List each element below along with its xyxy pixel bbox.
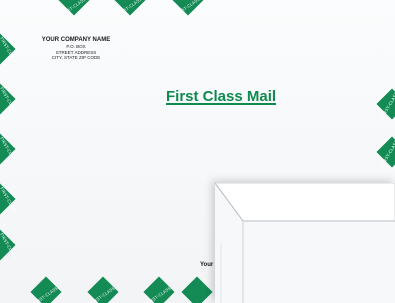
return-address: YOUR COMPANY NAME P.O. BOX STREET ADDRES… [37,37,115,61]
diamond-label: FIRST-CLASS [0,86,18,114]
diamond-label: FIRST-CLASS [0,136,18,164]
diamond-label: FIRST-CLASS [0,186,18,214]
back-envelope [215,183,395,303]
city-state-zip-line: CITY, STATE ZIP CODE [51,55,101,60]
envelope-flap-lines [215,183,395,303]
diamond-label: FIRST-CLASS [0,232,18,260]
first-class-mail-title: First Class Mail [166,88,277,105]
first-class-diamond [181,276,213,303]
back-return-address-partial: Your [200,262,214,268]
company-name: YOUR COMPANY NAME [41,37,111,43]
diamond-label: FIRST-CLASS [0,36,18,64]
